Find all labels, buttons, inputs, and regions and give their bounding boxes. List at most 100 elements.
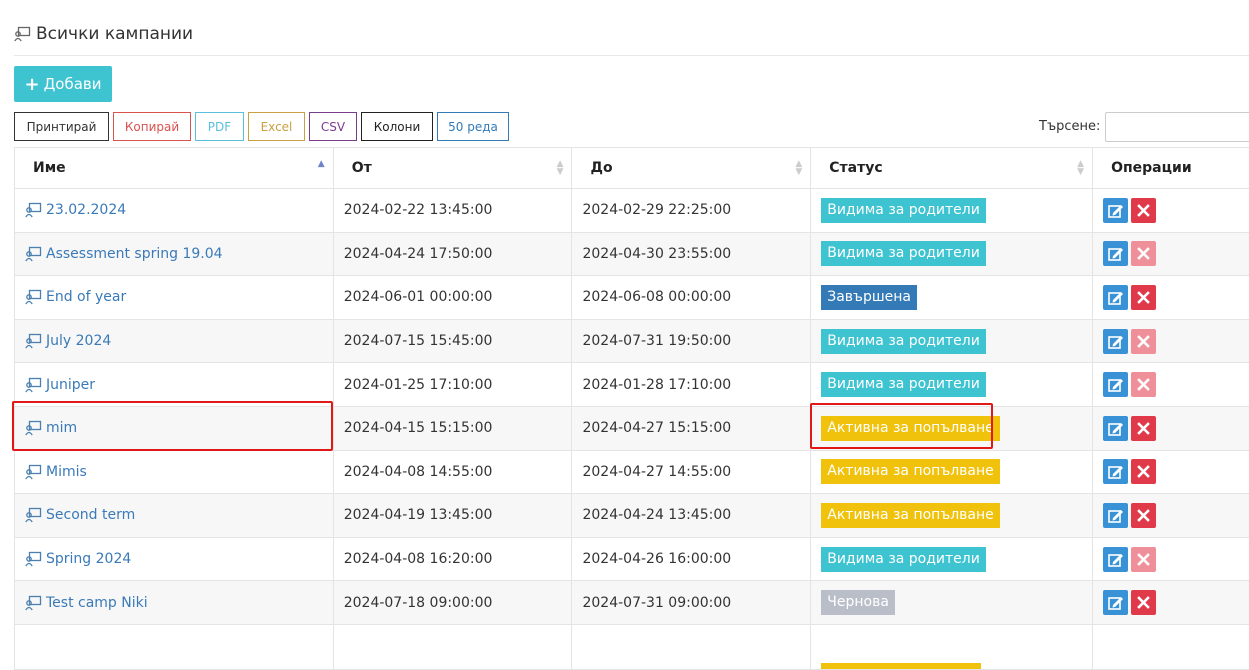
cell-from: 2024-01-25 17:10:00 bbox=[333, 363, 572, 407]
delete-button bbox=[1131, 372, 1156, 397]
table-row: End of year2024-06-01 00:00:002024-06-08… bbox=[15, 276, 1249, 320]
column-header-name[interactable]: Име▲ bbox=[15, 148, 334, 189]
sort-icon: ▲▼ bbox=[557, 160, 564, 176]
cell-from bbox=[333, 624, 572, 669]
csv-button[interactable]: CSV bbox=[309, 112, 357, 141]
cell-to: 2024-04-26 16:00:00 bbox=[572, 537, 811, 581]
cell-operations bbox=[1093, 189, 1249, 233]
cell-name: Juniper bbox=[15, 363, 334, 407]
campaign-name: Test camp Niki bbox=[46, 595, 148, 611]
cell-status: Видима за родители bbox=[811, 189, 1093, 233]
campaign-link[interactable]: Mimis bbox=[25, 464, 333, 480]
cell-from: 2024-04-08 14:55:00 bbox=[333, 450, 572, 494]
table-row: 23.02.20242024-02-22 13:45:002024-02-29 … bbox=[15, 189, 1249, 233]
rows-per-page-button[interactable]: 50 реда bbox=[437, 112, 509, 141]
status-badge: Видима за родители bbox=[821, 372, 986, 397]
table-row: Second term2024-04-19 13:45:002024-04-24… bbox=[15, 494, 1249, 538]
sort-icon: ▲ bbox=[318, 160, 325, 168]
cell-name: 23.02.2024 bbox=[15, 189, 334, 233]
edit-button[interactable] bbox=[1103, 547, 1128, 572]
column-header-from[interactable]: От▲▼ bbox=[333, 148, 572, 189]
title-divider bbox=[14, 55, 1249, 56]
delete-button[interactable] bbox=[1131, 416, 1156, 441]
print-button[interactable]: Принтирай bbox=[14, 112, 109, 141]
cell-to: 2024-07-31 09:00:00 bbox=[572, 581, 811, 625]
table-row: Test camp Niki2024-07-18 09:00:002024-07… bbox=[15, 581, 1249, 625]
cell-to bbox=[572, 624, 811, 669]
highlight-box-status bbox=[810, 403, 993, 449]
edit-button[interactable] bbox=[1103, 241, 1128, 266]
edit-button[interactable] bbox=[1103, 372, 1128, 397]
cell-status bbox=[811, 624, 1093, 669]
cell-to: 2024-04-30 23:55:00 bbox=[572, 232, 811, 276]
copy-button[interactable]: Копирай bbox=[113, 112, 191, 141]
table-row bbox=[15, 624, 1249, 669]
columns-button[interactable]: Колони bbox=[361, 112, 433, 141]
cell-from: 2024-04-08 16:20:00 bbox=[333, 537, 572, 581]
column-header-to[interactable]: До▲▼ bbox=[572, 148, 811, 189]
edit-button[interactable] bbox=[1103, 329, 1128, 354]
cell-operations bbox=[1093, 232, 1249, 276]
edit-button[interactable] bbox=[1103, 503, 1128, 528]
campaign-link[interactable]: Juniper bbox=[25, 377, 333, 393]
campaign-name: End of year bbox=[46, 289, 126, 305]
cell-status: Видима за родители bbox=[811, 319, 1093, 363]
edit-button[interactable] bbox=[1103, 590, 1128, 615]
pdf-button[interactable]: PDF bbox=[195, 112, 244, 141]
plus-icon: + bbox=[24, 74, 39, 95]
campaign-icon bbox=[25, 595, 43, 611]
campaign-link[interactable]: End of year bbox=[25, 289, 333, 305]
cell-operations bbox=[1093, 494, 1249, 538]
excel-button[interactable]: Excel bbox=[248, 112, 305, 141]
campaign-link[interactable]: July 2024 bbox=[25, 333, 333, 349]
cell-operations bbox=[1093, 319, 1249, 363]
table-header-row: Име▲ От▲▼ До▲▼ Статус▲▼ Операции bbox=[15, 148, 1249, 189]
cell-status: Видима за родители bbox=[811, 537, 1093, 581]
campaign-icon bbox=[25, 464, 43, 480]
cell-name: Spring 2024 bbox=[15, 537, 334, 581]
campaign-link[interactable]: 23.02.2024 bbox=[25, 202, 333, 218]
cell-from: 2024-04-19 13:45:00 bbox=[333, 494, 572, 538]
campaign-link[interactable]: Test camp Niki bbox=[25, 595, 333, 611]
sort-icon: ▲▼ bbox=[1077, 160, 1084, 176]
status-badge: Чернова bbox=[821, 590, 895, 615]
campaign-name: Juniper bbox=[46, 377, 95, 393]
cell-from: 2024-07-15 15:45:00 bbox=[333, 319, 572, 363]
cell-from: 2024-02-22 13:45:00 bbox=[333, 189, 572, 233]
delete-button[interactable] bbox=[1131, 459, 1156, 484]
cell-name: July 2024 bbox=[15, 319, 334, 363]
table-row: Mimis2024-04-08 14:55:002024-04-27 14:55… bbox=[15, 450, 1249, 494]
cell-status: Чернова bbox=[811, 581, 1093, 625]
status-badge: Видима за родители bbox=[821, 329, 986, 354]
cell-from: 2024-04-15 15:15:00 bbox=[333, 406, 572, 450]
status-badge: Видима за родители bbox=[821, 198, 986, 223]
delete-button[interactable] bbox=[1131, 198, 1156, 223]
edit-button[interactable] bbox=[1103, 459, 1128, 484]
edit-button[interactable] bbox=[1103, 416, 1128, 441]
cell-status: Активна за попълване bbox=[811, 450, 1093, 494]
campaign-link[interactable]: Assessment spring 19.04 bbox=[25, 246, 333, 262]
delete-button[interactable] bbox=[1131, 285, 1156, 310]
add-button[interactable]: + Добави bbox=[14, 66, 112, 102]
table-row: Spring 20242024-04-08 16:20:002024-04-26… bbox=[15, 537, 1249, 581]
delete-button[interactable] bbox=[1131, 503, 1156, 528]
cell-name: End of year bbox=[15, 276, 334, 320]
column-header-status[interactable]: Статус▲▼ bbox=[811, 148, 1093, 189]
edit-button[interactable] bbox=[1103, 198, 1128, 223]
campaign-name: July 2024 bbox=[46, 333, 111, 349]
campaign-icon bbox=[25, 551, 43, 567]
status-badge: Видима за родители bbox=[821, 547, 986, 572]
cell-name bbox=[15, 624, 334, 669]
campaign-link[interactable]: Spring 2024 bbox=[25, 551, 333, 567]
edit-button[interactable] bbox=[1103, 285, 1128, 310]
cell-to: 2024-07-31 19:50:00 bbox=[572, 319, 811, 363]
status-badge: Активна за попълване bbox=[821, 503, 1000, 528]
cell-to: 2024-02-29 22:25:00 bbox=[572, 189, 811, 233]
status-badge bbox=[821, 663, 981, 669]
search-input[interactable] bbox=[1105, 112, 1249, 142]
delete-button[interactable] bbox=[1131, 590, 1156, 615]
status-badge: Завършена bbox=[821, 285, 917, 310]
campaign-link[interactable]: Second term bbox=[25, 507, 333, 523]
campaign-name: Assessment spring 19.04 bbox=[46, 246, 223, 262]
cell-to: 2024-04-27 14:55:00 bbox=[572, 450, 811, 494]
